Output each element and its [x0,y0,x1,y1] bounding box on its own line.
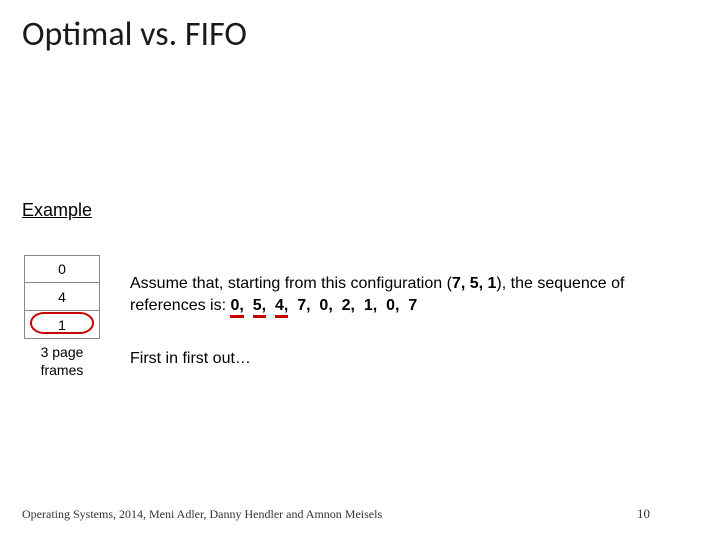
fifo-caption: First in first out… [130,350,251,368]
example-heading: Example [22,200,92,221]
page-number: 10 [637,506,650,522]
frame-2: 1 [24,311,100,339]
assumption-text: Assume that, starting from this configur… [130,273,700,316]
ref-8: 7 [408,297,417,314]
config-values: 7, 5, 1 [452,275,496,292]
footer-text: Operating Systems, 2014, Meni Adler, Dan… [22,507,382,522]
text-pre: Assume that, starting from this configur… [130,275,452,292]
frame-1: 4 [24,283,100,311]
ref-0: 0, [230,297,243,318]
ref-2: 4, [275,297,288,318]
ref-4: 0, [319,297,332,314]
ref-1: 5, [253,297,266,318]
slide-title: Optimal vs. FIFO [22,14,247,55]
ref-7: 0, [386,297,399,314]
frames-label: 3 page frames [26,344,98,379]
frame-0: 0 [24,255,100,283]
ref-3: 7, [297,297,310,314]
ref-6: 1, [364,297,377,314]
page-frames-table: 0 4 1 [24,255,100,339]
ref-5: 2, [342,297,355,314]
